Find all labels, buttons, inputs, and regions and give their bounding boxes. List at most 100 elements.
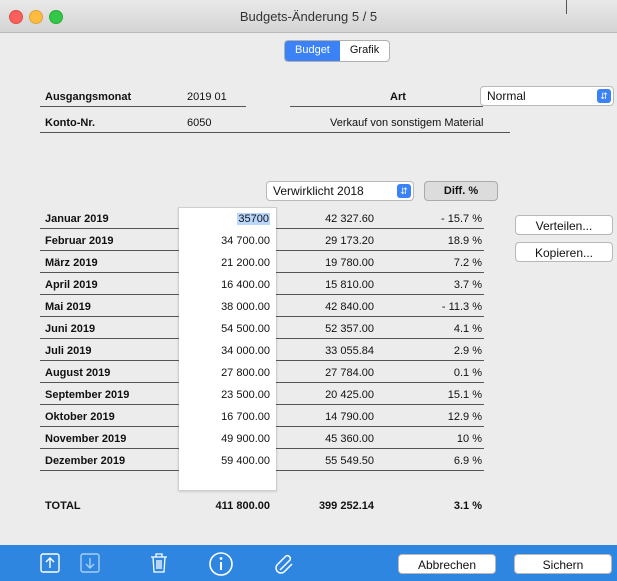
title-bar: Budgets-Änderung 5 / 5 bbox=[0, 0, 617, 33]
konto-label: Konto-Nr. bbox=[45, 117, 96, 129]
verteilen-button[interactable]: Verteilen... bbox=[515, 215, 613, 235]
tab-grafik[interactable]: Grafik bbox=[340, 41, 389, 61]
month-label: Januar 2019 bbox=[45, 213, 109, 225]
table-row: Dezember 2019 59 400.00 55 549.50 6.9 % bbox=[40, 449, 500, 471]
budget-edit-window: Budgets-Änderung 5 / 5 Budget Grafik Aus… bbox=[0, 0, 617, 581]
budget-cell[interactable]: 16 700.00 bbox=[178, 411, 270, 423]
diff-cell: 4.1 % bbox=[453, 323, 482, 335]
month-label: März 2019 bbox=[45, 257, 98, 269]
comparison-select[interactable]: Verwirklicht 2018 ⇵ bbox=[266, 181, 414, 201]
total-row: TOTAL 411 800.00 399 252.14 3.1 % bbox=[40, 497, 500, 517]
total-budget: 411 800.00 bbox=[215, 500, 270, 512]
table-row: November 2019 49 900.00 45 360.00 10 % bbox=[40, 427, 500, 449]
actual-cell: 33 055.84 bbox=[325, 345, 374, 357]
budget-cell[interactable]: 23 500.00 bbox=[178, 389, 270, 401]
stepper-arrows-icon: ⇵ bbox=[597, 89, 611, 103]
budget-cell[interactable]: 34 000.00 bbox=[178, 345, 270, 357]
diff-cell: 18.9 % bbox=[447, 235, 482, 247]
month-label: April 2019 bbox=[45, 279, 98, 291]
table-row: Juli 2019 34 000.00 33 055.84 2.9 % bbox=[40, 339, 500, 361]
ausgangsmonat-underline bbox=[40, 106, 246, 107]
budget-cell[interactable]: 35700 bbox=[178, 213, 270, 225]
cancel-button[interactable]: Abbrechen bbox=[398, 554, 496, 574]
row-divider bbox=[276, 470, 484, 471]
table-row: Juni 2019 54 500.00 52 357.00 4.1 % bbox=[40, 317, 500, 339]
table-row: August 2019 27 800.00 27 784.00 0.1 % bbox=[40, 361, 500, 383]
tab-budget[interactable]: Budget bbox=[285, 41, 340, 61]
table-row: Februar 2019 34 700.00 29 173.20 18.9 % bbox=[40, 229, 500, 251]
art-select[interactable]: Normal ⇵ bbox=[480, 86, 614, 106]
art-underline bbox=[290, 106, 483, 107]
month-label: November 2019 bbox=[45, 433, 127, 445]
table-row: Januar 2019 35700 42 327.60 - 15.7 % bbox=[40, 207, 500, 229]
actual-cell: 42 840.00 bbox=[325, 301, 374, 313]
konto-underline bbox=[40, 132, 510, 133]
kopieren-button[interactable]: Kopieren... bbox=[515, 242, 613, 262]
row-divider bbox=[40, 470, 179, 471]
month-label: Juli 2019 bbox=[45, 345, 92, 357]
window-title: Budgets-Änderung 5 / 5 bbox=[239, 9, 378, 24]
total-label: TOTAL bbox=[45, 500, 81, 512]
budget-cell[interactable]: 54 500.00 bbox=[178, 323, 270, 335]
paperclip-icon[interactable] bbox=[272, 551, 298, 577]
diff-cell: 0.1 % bbox=[453, 367, 482, 379]
stepper-arrows-icon: ⇵ bbox=[397, 184, 411, 198]
view-tabs: Budget Grafik bbox=[284, 40, 391, 62]
info-icon[interactable] bbox=[208, 551, 234, 577]
diff-cell: 2.9 % bbox=[453, 345, 482, 357]
budget-cell[interactable]: 16 400.00 bbox=[178, 279, 270, 291]
total-actual: 399 252.14 bbox=[318, 500, 374, 512]
konto-description: Verkauf von sonstigem Material bbox=[330, 117, 484, 129]
budget-cell[interactable]: 59 400.00 bbox=[178, 455, 270, 467]
actual-cell: 52 357.00 bbox=[325, 323, 374, 335]
month-label: August 2019 bbox=[45, 367, 111, 379]
diff-cell: 6.9 % bbox=[453, 455, 482, 467]
budget-cell[interactable]: 27 800.00 bbox=[178, 367, 270, 379]
art-select-value: Normal bbox=[487, 89, 526, 103]
konto-field[interactable]: 6050 bbox=[187, 117, 211, 129]
export-icon[interactable] bbox=[38, 551, 62, 575]
table-row: Mai 2019 38 000.00 42 840.00 - 11.3 % bbox=[40, 295, 500, 317]
ausgangsmonat-label: Ausgangsmonat bbox=[45, 91, 132, 103]
diff-percent-button[interactable]: Diff. % bbox=[424, 181, 498, 201]
diff-cell: - 15.7 % bbox=[441, 213, 482, 225]
actual-cell: 27 784.00 bbox=[325, 367, 374, 379]
diff-cell: 7.2 % bbox=[453, 257, 482, 269]
budget-cell[interactable]: 34 700.00 bbox=[178, 235, 270, 247]
total-diff: 3.1 % bbox=[453, 500, 482, 512]
actual-cell: 14 790.00 bbox=[325, 411, 374, 423]
diff-cell: - 11.3 % bbox=[441, 301, 482, 313]
month-label: Juni 2019 bbox=[45, 323, 96, 335]
actual-cell: 15 810.00 bbox=[325, 279, 374, 291]
month-label: Dezember 2019 bbox=[45, 455, 126, 467]
actual-cell: 42 327.60 bbox=[325, 213, 374, 225]
month-label: Mai 2019 bbox=[45, 301, 91, 313]
actual-cell: 45 360.00 bbox=[325, 433, 374, 445]
actual-cell: 55 549.50 bbox=[325, 455, 374, 467]
diff-cell: 10 % bbox=[456, 433, 482, 445]
edge-marker bbox=[566, 0, 567, 14]
ausgangsmonat-field[interactable]: 2019 01 bbox=[187, 91, 227, 103]
table-row: Oktober 2019 16 700.00 14 790.00 12.9 % bbox=[40, 405, 500, 427]
import-icon[interactable] bbox=[78, 551, 102, 575]
diff-cell: 3.7 % bbox=[453, 279, 482, 291]
month-label: September 2019 bbox=[45, 389, 130, 401]
month-label: Februar 2019 bbox=[45, 235, 114, 247]
budget-cell[interactable]: 49 900.00 bbox=[178, 433, 270, 445]
actual-cell: 29 173.20 bbox=[325, 235, 374, 247]
budget-cell[interactable]: 21 200.00 bbox=[178, 257, 270, 269]
diff-cell: 12.9 % bbox=[447, 411, 482, 423]
budget-cell[interactable]: 38 000.00 bbox=[178, 301, 270, 313]
diff-cell: 15.1 % bbox=[447, 389, 482, 401]
month-label: Oktober 2019 bbox=[45, 411, 115, 423]
table-row: April 2019 16 400.00 15 810.00 3.7 % bbox=[40, 273, 500, 295]
trash-icon[interactable] bbox=[147, 551, 171, 575]
save-button[interactable]: Sichern bbox=[514, 554, 612, 574]
bottom-toolbar: Abbrechen Sichern bbox=[0, 545, 617, 581]
actual-cell: 20 425.00 bbox=[325, 389, 374, 401]
table-row: März 2019 21 200.00 19 780.00 7.2 % bbox=[40, 251, 500, 273]
selected-text: 35700 bbox=[237, 213, 270, 225]
art-label: Art bbox=[390, 91, 406, 103]
comparison-select-value: Verwirklicht 2018 bbox=[273, 184, 364, 198]
actual-cell: 19 780.00 bbox=[325, 257, 374, 269]
